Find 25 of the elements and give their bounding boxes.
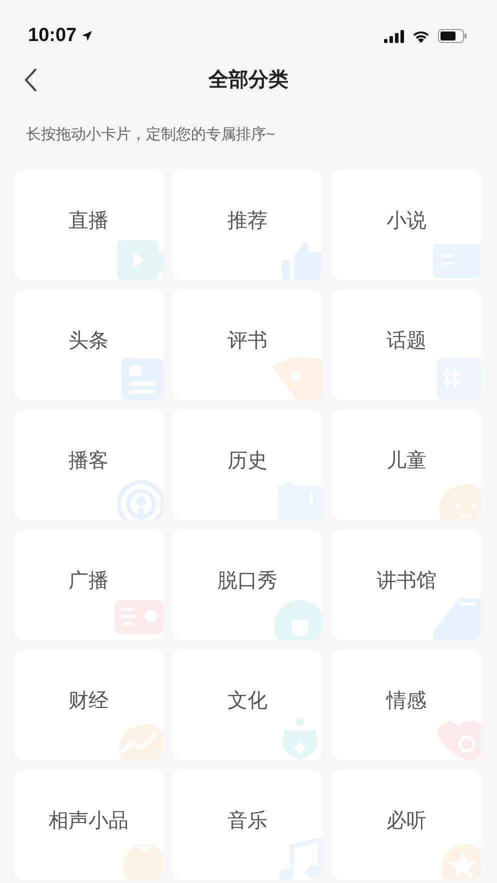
category-card[interactable]: 头条 <box>14 290 163 400</box>
category-card[interactable]: 儿童 <box>332 410 481 520</box>
signal-icon <box>384 30 404 42</box>
category-card[interactable]: 小说 <box>332 170 481 280</box>
category-card[interactable]: 文化 <box>173 650 322 760</box>
category-card[interactable]: 历史 <box>173 410 322 520</box>
category-card[interactable]: 评书 <box>173 290 322 400</box>
category-card[interactable]: 讲书馆 <box>332 530 481 640</box>
category-card[interactable]: 广播 <box>14 530 163 640</box>
category-card[interactable]: 情感 <box>332 650 481 760</box>
category-card[interactable]: 脱口秀 <box>173 530 322 640</box>
category-card[interactable]: 音乐 <box>173 770 322 880</box>
category-card[interactable]: 播客 <box>14 410 163 520</box>
category-card[interactable]: 财经 <box>14 650 163 760</box>
hint-text: 长按拖动小卡片，定制您的专属排序~ <box>25 125 276 145</box>
battery-icon <box>438 29 467 43</box>
time-text: 10:07 <box>28 24 77 48</box>
wifi-icon <box>412 30 430 42</box>
category-card[interactable]: 必听 <box>332 770 481 880</box>
category-card[interactable]: 直播 <box>14 170 163 280</box>
page-title: 全部分类 <box>208 68 288 93</box>
category-card[interactable]: 话题 <box>332 290 481 400</box>
category-card[interactable]: 相声小品 <box>14 770 163 880</box>
category-card[interactable]: 推荐 <box>173 170 322 280</box>
location-arrow-icon <box>80 30 93 42</box>
